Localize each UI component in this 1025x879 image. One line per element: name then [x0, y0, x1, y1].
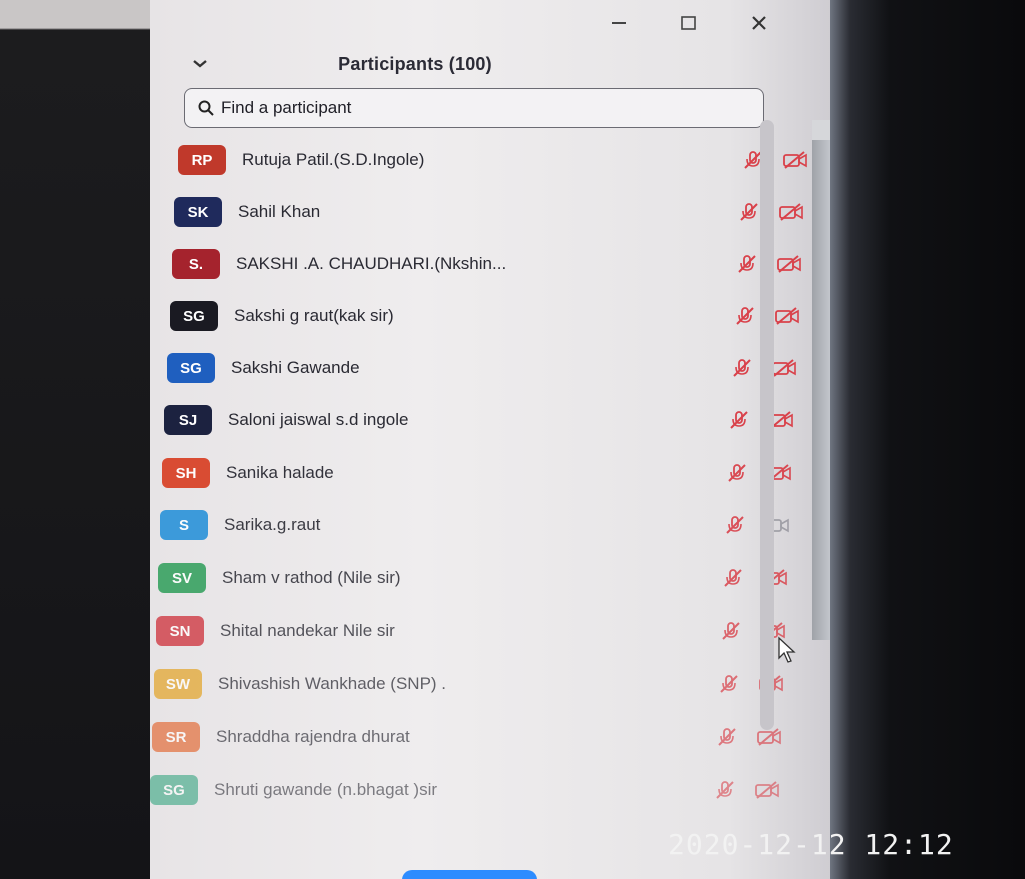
mic-muted-icon[interactable] — [736, 202, 762, 222]
participant-name: Sahil Khan — [238, 202, 321, 221]
participant-status — [722, 515, 790, 535]
participant-name: Sanika halade — [226, 463, 334, 482]
participant-status — [720, 568, 788, 588]
participant-row[interactable]: SJ Saloni jaiswal s.d ingole — [164, 395, 804, 445]
participant-avatar: SG — [170, 301, 218, 331]
video-off-icon[interactable] — [756, 727, 782, 747]
photo-timestamp: 2020-12-12 12:12 — [668, 828, 954, 861]
video-off-icon[interactable] — [774, 306, 800, 326]
video-off-icon[interactable] — [778, 202, 804, 222]
maximize-icon — [681, 16, 696, 30]
mic-muted-icon[interactable] — [722, 515, 748, 535]
window-controls — [608, 12, 770, 34]
participant-name: Shruti gawande (n.bhagat )sir — [214, 780, 438, 799]
participant-name: Rutuja Patil.(S.D.Ingole) — [242, 150, 425, 169]
participant-row[interactable]: SW Shivashish Wankhade (SNP) . — [154, 659, 794, 709]
participant-avatar: RP — [178, 145, 226, 175]
participant-name: Shital nandekar Nile sir — [220, 621, 395, 640]
search-icon — [198, 100, 214, 116]
participant-status — [712, 780, 780, 800]
background-left — [0, 0, 150, 879]
participant-name: Shivashish Wankhade (SNP) . — [218, 674, 447, 693]
participant-row[interactable]: SR Shraddha rajendra dhurat — [152, 712, 792, 762]
participant-row[interactable]: S Sarika.g.raut — [160, 500, 800, 550]
mic-muted-icon[interactable] — [714, 727, 740, 747]
participant-avatar: SG — [167, 353, 215, 383]
participant-name: Shraddha rajendra dhurat — [216, 727, 410, 746]
background-right — [830, 0, 1025, 879]
mic-muted-icon[interactable] — [724, 463, 750, 483]
participant-row[interactable]: RP Rutuja Patil.(S.D.Ingole) — [178, 135, 818, 185]
participant-status — [714, 727, 782, 747]
participant-row[interactable]: SK Sahil Khan — [174, 187, 814, 237]
participant-row[interactable]: SG Shruti gawande (n.bhagat )sir — [150, 765, 790, 815]
participant-name: Saloni jaiswal s.d ingole — [228, 410, 409, 429]
participant-name: SAKSHI .A. CHAUDHARI.(Nkshin... — [236, 254, 507, 273]
participant-name: Sakshi g raut(kak sir) — [234, 306, 394, 325]
mouse-cursor-icon — [778, 636, 796, 663]
participant-avatar: SV — [158, 563, 206, 593]
mic-muted-icon[interactable] — [718, 621, 744, 641]
scrollbar-track[interactable] — [812, 120, 830, 640]
participant-row[interactable]: SH Sanika halade — [162, 448, 802, 498]
participant-avatar: SW — [154, 669, 202, 699]
video-off-icon[interactable] — [782, 150, 808, 170]
participant-status — [740, 150, 808, 170]
mic-muted-icon[interactable] — [734, 254, 760, 274]
video-off-icon[interactable] — [776, 254, 802, 274]
participant-avatar: SN — [156, 616, 204, 646]
panel-header: Participants (100) — [150, 48, 830, 88]
panel-title: Participants (100) — [338, 54, 492, 74]
mic-muted-icon[interactable] — [716, 674, 742, 694]
mic-muted-icon[interactable] — [732, 306, 758, 326]
mic-muted-icon[interactable] — [726, 410, 752, 430]
participant-row[interactable]: SV Sham v rathod (Nile sir) — [158, 553, 798, 603]
minimize-icon — [612, 22, 626, 24]
close-button[interactable] — [748, 12, 770, 34]
participant-name: Sakshi Gawande — [231, 358, 360, 377]
participants-panel: Participants (100) Find a participant RP… — [150, 0, 830, 879]
maximize-button[interactable] — [678, 12, 700, 34]
scroll-up-button[interactable] — [812, 120, 830, 140]
participant-status — [724, 463, 792, 483]
participant-row[interactable]: SN Shital nandekar Nile sir — [156, 606, 796, 656]
participant-avatar: SJ — [164, 405, 212, 435]
mic-muted-icon[interactable] — [712, 780, 738, 800]
participant-avatar: SR — [152, 722, 200, 752]
video-off-icon[interactable] — [771, 358, 797, 378]
participant-row[interactable]: S. SAKSHI .A. CHAUDHARI.(Nkshin... — [172, 239, 812, 289]
mic-muted-icon[interactable] — [729, 358, 755, 378]
participant-status — [718, 621, 786, 641]
video-off-icon[interactable] — [754, 780, 780, 800]
participant-avatar: SK — [174, 197, 222, 227]
participant-avatar: SH — [162, 458, 210, 488]
scrollbar-thumb[interactable] — [760, 120, 774, 730]
participant-avatar: S. — [172, 249, 220, 279]
participant-avatar: S — [160, 510, 208, 540]
mic-muted-icon[interactable] — [720, 568, 746, 588]
participant-row[interactable]: SG Sakshi Gawande — [167, 343, 807, 393]
participant-row[interactable]: SG Sakshi g raut(kak sir) — [170, 291, 810, 341]
invite-button[interactable] — [402, 870, 537, 879]
close-icon — [752, 16, 766, 30]
search-placeholder: Find a participant — [221, 98, 352, 117]
participant-name: Sarika.g.raut — [224, 515, 321, 534]
participant-name: Sham v rathod (Nile sir) — [222, 568, 401, 587]
participant-avatar: SG — [150, 775, 198, 805]
minimize-button[interactable] — [608, 12, 630, 34]
search-input[interactable]: Find a participant — [184, 88, 764, 128]
